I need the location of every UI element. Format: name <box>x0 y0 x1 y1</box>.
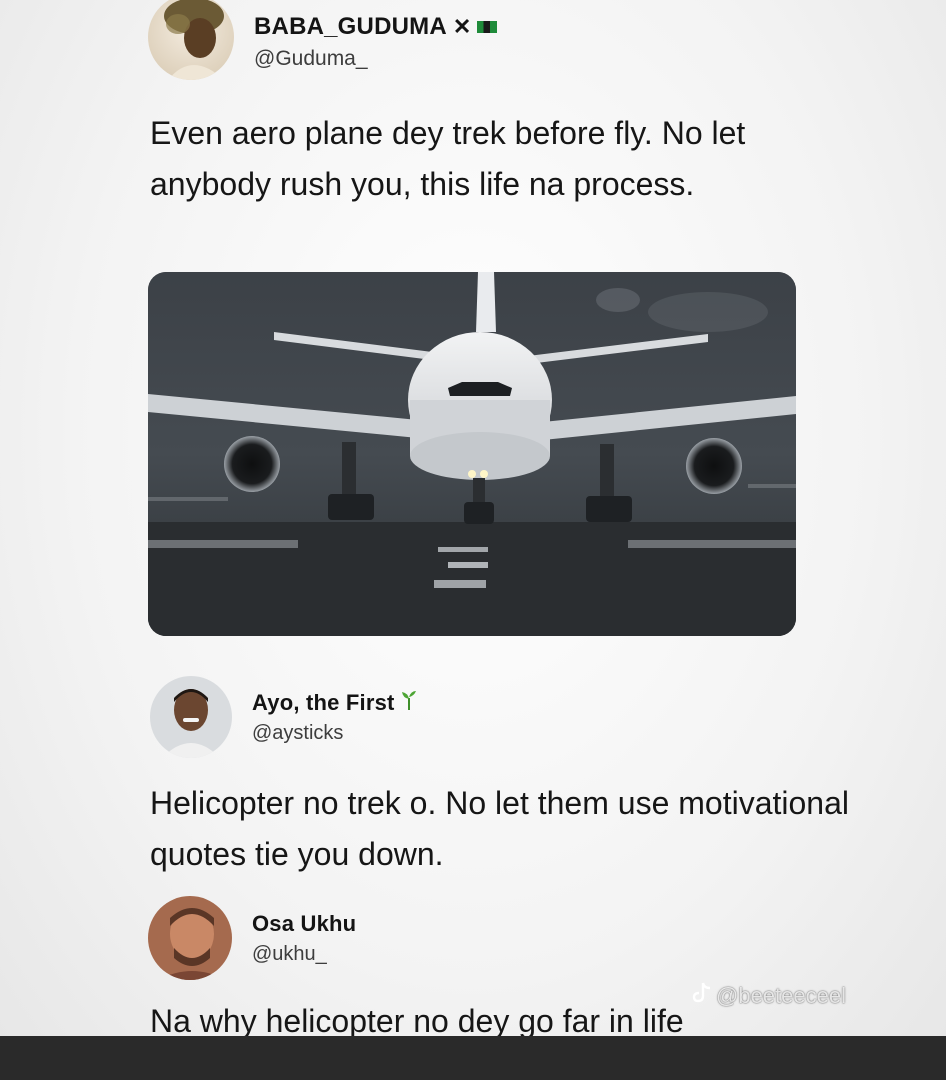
tweet-author-row[interactable]: Ayo, the First @aysticks <box>150 676 417 758</box>
screenshot-page: BABA_GUDUMA ✕ @Guduma_ Even aero plane d… <box>0 0 946 1080</box>
flag-icon <box>477 21 498 33</box>
handle[interactable]: @Guduma_ <box>254 47 497 71</box>
avatar[interactable] <box>148 896 232 980</box>
author-meta: BABA_GUDUMA ✕ @Guduma_ <box>254 13 498 71</box>
plant-icon <box>401 690 417 715</box>
avatar[interactable] <box>148 0 234 80</box>
tweet-author-row[interactable]: Osa Ukhu @ukhu_ <box>148 896 356 980</box>
display-name[interactable]: BABA_GUDUMA <box>254 13 447 41</box>
tiktok-icon <box>692 982 712 1010</box>
author-meta: Ayo, the First @aysticks <box>252 690 417 745</box>
tiktok-watermark: @beeteeceel <box>692 982 846 1010</box>
airplane-on-runway-image[interactable] <box>148 272 796 636</box>
tweet-text: Even aero plane dey trek before fly. No … <box>150 115 746 202</box>
handle[interactable]: @aysticks <box>252 722 417 745</box>
x-icon: ✕ <box>452 14 472 39</box>
handle[interactable]: @ukhu_ <box>252 943 356 966</box>
display-name[interactable]: Ayo, the First <box>252 690 395 716</box>
watermark-handle: @beeteeceel <box>716 983 846 1008</box>
tweet-author-row[interactable]: BABA_GUDUMA ✕ @Guduma_ <box>148 0 498 80</box>
avatar[interactable] <box>150 676 232 758</box>
tweet-text: Helicopter no trek o. No let them use mo… <box>150 785 849 872</box>
author-meta: Osa Ukhu @ukhu_ <box>252 911 356 966</box>
bottom-bar <box>0 1036 946 1080</box>
display-name[interactable]: Osa Ukhu <box>252 911 356 937</box>
